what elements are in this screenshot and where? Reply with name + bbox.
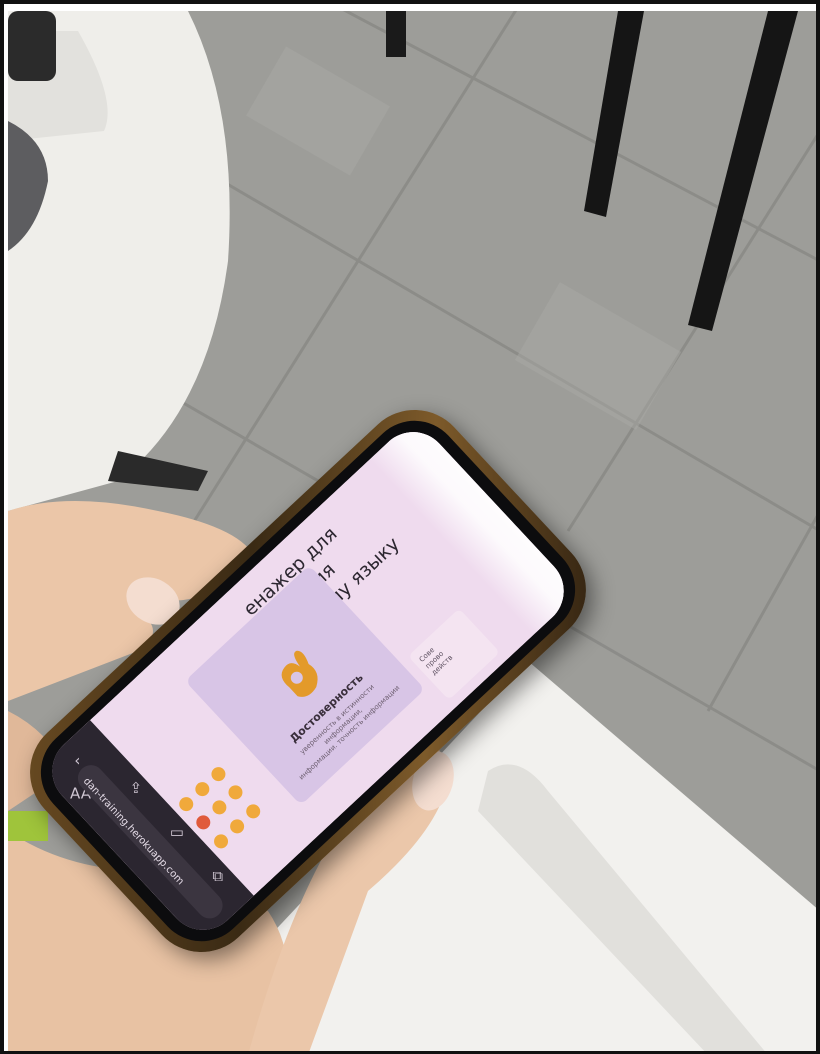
photo-scene: ‹ ↻ AA dan-training.herokuapp.com ⇪ ▭ ⧉ … <box>8 11 816 1051</box>
emoji-dot <box>176 794 197 814</box>
side-card-text: Сове прово действ <box>418 640 455 677</box>
chair-leg <box>386 11 406 57</box>
emoji-dot <box>243 801 263 822</box>
emoji-dot <box>225 782 246 803</box>
emoji-dot <box>209 797 230 818</box>
bookmarks-icon[interactable]: ▭ <box>166 821 188 843</box>
emoji-dot <box>193 812 214 833</box>
share-icon[interactable]: ⇪ <box>125 777 147 799</box>
emoji-dot <box>192 779 213 799</box>
emoji-dot <box>210 831 231 852</box>
card-text-line-2: информации. точность информации <box>297 683 402 782</box>
tabs-icon[interactable]: ⧉ <box>207 865 229 887</box>
emoji-dot <box>208 764 229 784</box>
photo-frame: ‹ ↻ AA dan-training.herokuapp.com ⇪ ▭ ⧉ … <box>0 0 820 1054</box>
emoji-dot <box>226 816 247 837</box>
